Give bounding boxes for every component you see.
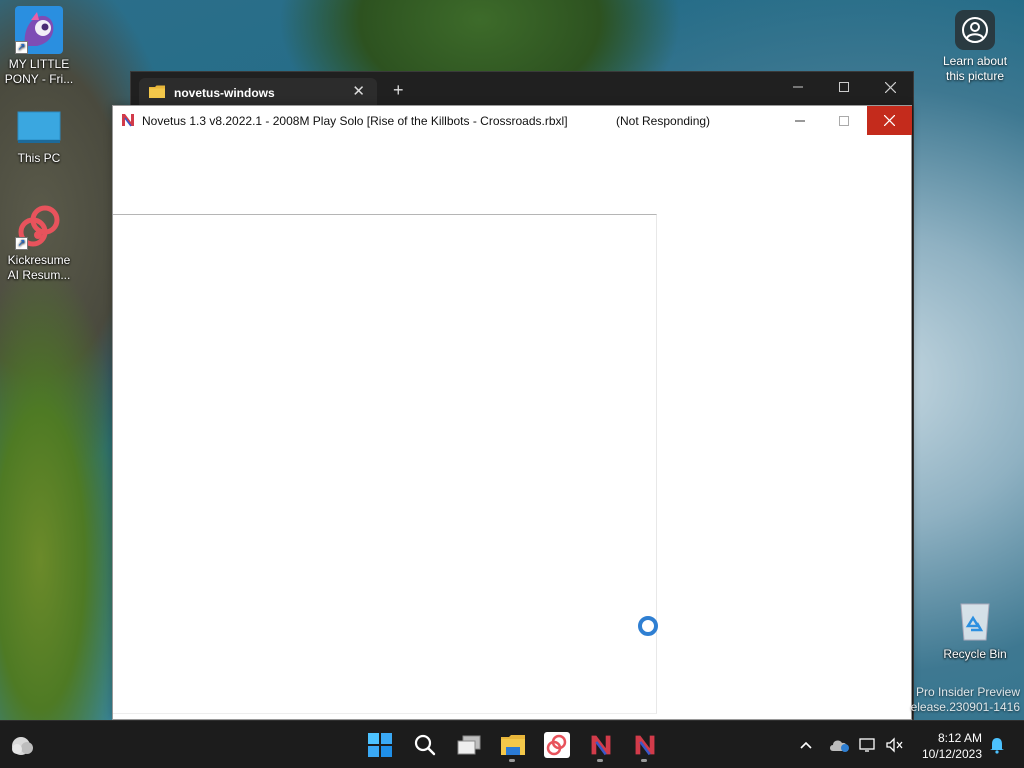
minimize-icon (793, 86, 803, 88)
taskbar-file-explorer[interactable] (495, 727, 531, 763)
taskbar-novetus-1[interactable] (583, 727, 619, 763)
explorer-window-controls (775, 72, 913, 102)
desktop-icon-label: Kickresume AI Resum... (7, 253, 71, 282)
windows-start-icon (368, 733, 392, 757)
camera-person-icon (955, 10, 995, 50)
desktop-icon-label: Recycle Bin (943, 647, 1007, 661)
network-icon (859, 738, 875, 752)
desktop-icon-my-little-pony[interactable]: ↗ MY LITTLE PONY - Fri... (1, 6, 77, 87)
shortcut-arrow-icon: ↗ (15, 237, 28, 250)
folder-icon (501, 735, 525, 755)
shortcut-arrow-icon: ↗ (15, 41, 28, 54)
volume-tray[interactable] (877, 727, 913, 763)
running-indicator (509, 759, 515, 762)
task-view-button[interactable] (451, 727, 487, 763)
taskbar: 8:12 AM 10/12/2023 (0, 720, 1024, 768)
clock-time: 8:12 AM (937, 731, 982, 745)
clock[interactable]: 8:12 AM 10/12/2023 (922, 730, 982, 762)
novetus-titlebar[interactable]: Novetus 1.3 v8.2022.1 - 2008M Play Solo … (113, 106, 912, 135)
close-icon (884, 81, 896, 93)
folder-icon (149, 85, 165, 98)
start-button[interactable] (362, 727, 398, 763)
tab-close-icon[interactable]: ✕ (352, 82, 365, 100)
cloud-icon (830, 740, 849, 752)
volume-muted-icon (886, 737, 903, 753)
window-title: Novetus 1.3 v8.2022.1 - 2008M Play Solo … (142, 114, 568, 128)
notifications-button[interactable] (979, 727, 1015, 763)
kickresume-icon (544, 732, 570, 758)
explorer-tab-title: novetus-windows (174, 86, 275, 100)
desktop-icon-label: MY LITTLE PONY - Fri... (4, 57, 74, 86)
watermark-line-2: elease.230901-1416 (910, 700, 1020, 714)
not-responding-status: (Not Responding) (616, 114, 711, 128)
minimize-button[interactable] (775, 72, 821, 102)
new-tab-button[interactable]: + (393, 81, 404, 99)
taskbar-kickresume[interactable] (539, 727, 575, 763)
learn-about-picture[interactable]: Learn about this picture (936, 10, 1014, 84)
weather-icon (12, 737, 33, 755)
running-indicator (597, 759, 603, 762)
learn-label: Learn about this picture (942, 54, 1008, 83)
explorer-tab[interactable]: novetus-windows ✕ (139, 78, 377, 106)
search-button[interactable] (407, 727, 443, 763)
minimize-icon (794, 120, 805, 121)
busy-cursor-icon (638, 616, 658, 636)
weather-widget[interactable] (4, 727, 40, 763)
minimize-button[interactable] (777, 106, 822, 135)
search-icon (414, 734, 436, 756)
bell-icon (990, 738, 1004, 754)
show-hidden-icons-button[interactable] (788, 727, 824, 763)
running-indicator (641, 759, 647, 762)
pony-app-icon: ↗ (15, 6, 63, 54)
kickresume-icon: ↗ (15, 202, 63, 250)
novetus-logo-icon (591, 735, 611, 756)
game-render-area[interactable] (113, 214, 657, 714)
windows-watermark: Pro Insider Preview elease.230901-1416 (911, 685, 1020, 715)
explorer-tab-bar: novetus-windows ✕ + (131, 72, 913, 106)
maximize-button[interactable] (821, 106, 866, 135)
desktop-icon-recycle-bin[interactable]: Recycle Bin (937, 596, 1013, 662)
taskbar-novetus-2[interactable] (627, 727, 663, 763)
desktop-icon-kickresume[interactable]: ↗ Kickresume AI Resum... (1, 202, 77, 283)
clock-date: 10/12/2023 (921, 747, 982, 761)
novetus-logo-icon (635, 735, 655, 756)
task-view-icon (457, 735, 481, 755)
monitor-icon (15, 110, 63, 158)
maximize-icon (839, 82, 849, 92)
close-icon (884, 115, 895, 126)
watermark-line-1: Pro Insider Preview (915, 685, 1020, 699)
maximize-icon (838, 115, 849, 126)
novetus-window[interactable]: Novetus 1.3 v8.2022.1 - 2008M Play Solo … (112, 105, 912, 720)
maximize-button[interactable] (821, 72, 867, 102)
desktop-icon-this-pc[interactable]: This PC (1, 110, 77, 166)
recycle-bin-icon (951, 596, 999, 644)
novetus-logo-icon (122, 114, 134, 127)
close-button[interactable] (867, 106, 912, 135)
chevron-up-icon (800, 741, 812, 749)
close-button[interactable] (867, 72, 913, 102)
